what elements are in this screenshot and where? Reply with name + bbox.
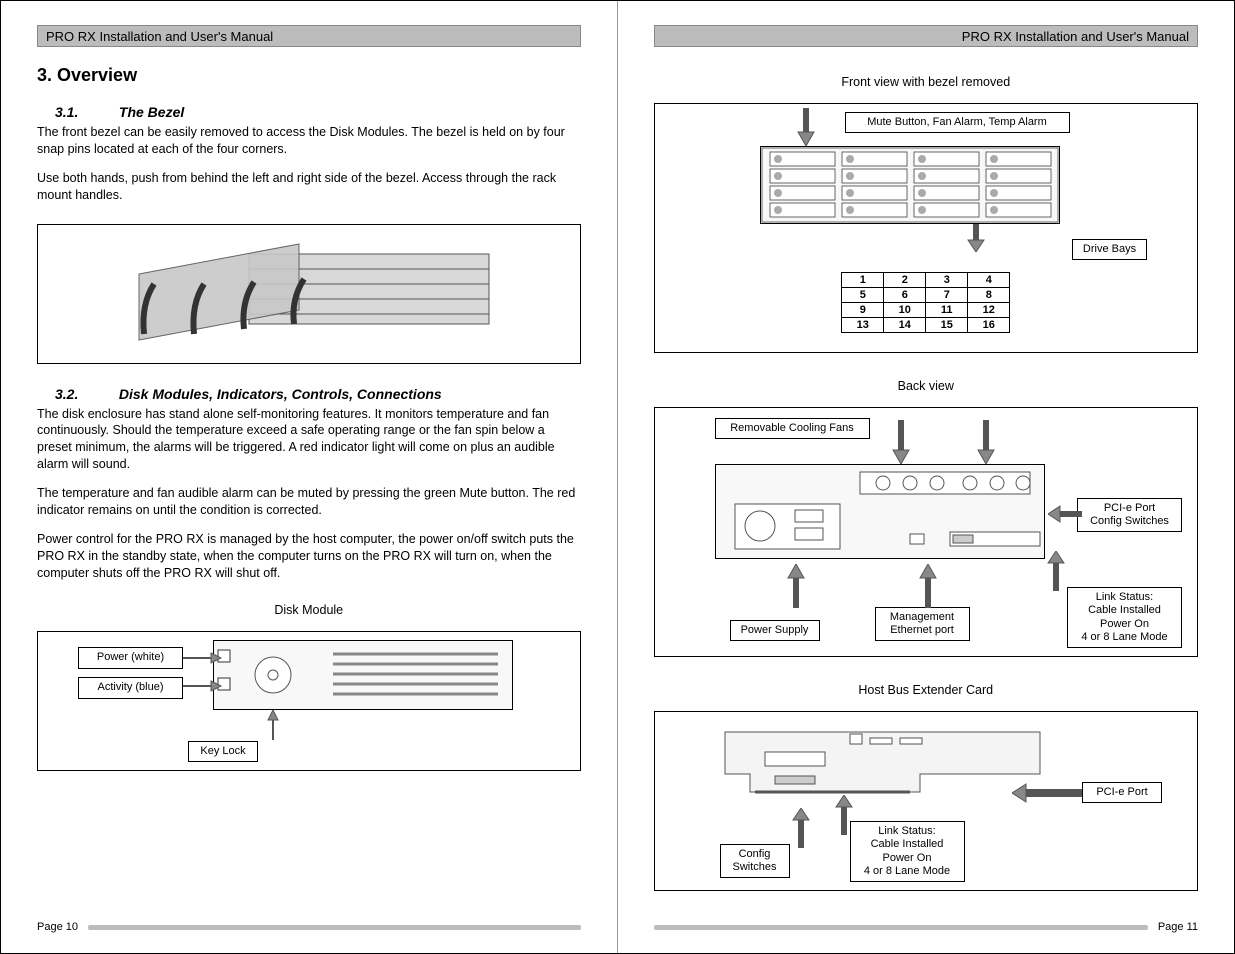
arrow-icon bbox=[795, 108, 817, 146]
footer-divider bbox=[88, 925, 581, 930]
page-footer-right: Page 11 bbox=[654, 921, 1199, 933]
back-chassis-drawing bbox=[715, 464, 1045, 559]
arrow-icon bbox=[1048, 503, 1082, 525]
figure-hbe-card: Config Switches Link Status: Cable Insta… bbox=[654, 711, 1199, 891]
subsection-bezel: 3.1. The Bezel bbox=[55, 104, 581, 120]
section-heading: 3. Overview bbox=[37, 65, 581, 86]
manual-title: PRO RX Installation and User's Manual bbox=[46, 29, 273, 44]
arrow-icon bbox=[790, 808, 812, 848]
label-link-status: Link Status: Cable Installed Power On 4 … bbox=[850, 821, 965, 882]
drive-grid bbox=[760, 146, 1060, 224]
bay-cell: 8 bbox=[968, 288, 1010, 303]
bay-cell: 16 bbox=[968, 318, 1010, 333]
label-mgmt-port: Management Ethernet port bbox=[875, 607, 970, 641]
bay-cell: 15 bbox=[926, 318, 968, 333]
arrow-icon bbox=[917, 564, 939, 608]
bay-cell: 12 bbox=[968, 303, 1010, 318]
bay-cell: 3 bbox=[926, 273, 968, 288]
bay-cell: 11 bbox=[926, 303, 968, 318]
figure-bezel-removal bbox=[37, 224, 581, 364]
bay-cell: 2 bbox=[884, 273, 926, 288]
label-link-status: Link Status: Cable Installed Power On 4 … bbox=[1067, 587, 1182, 648]
arrow-icon bbox=[965, 222, 987, 252]
paragraph: The front bezel can be easily removed to… bbox=[37, 124, 581, 158]
arrow-icon bbox=[785, 564, 807, 608]
label-power-supply: Power Supply bbox=[730, 620, 820, 641]
subsection-number: 3.1. bbox=[55, 104, 115, 120]
bay-cell: 13 bbox=[842, 318, 884, 333]
bay-cell: 4 bbox=[968, 273, 1010, 288]
paragraph: Power control for the PRO RX is managed … bbox=[37, 531, 581, 582]
figure-caption: Host Bus Extender Card bbox=[654, 683, 1199, 697]
paragraph: The temperature and fan audible alarm ca… bbox=[37, 485, 581, 519]
arrow-icon bbox=[263, 710, 283, 740]
bezel-illustration bbox=[99, 234, 519, 354]
label-config-switches: Config Switches bbox=[720, 844, 790, 878]
arrow-icon bbox=[1045, 551, 1067, 591]
figure-disk-module: Power (white) Activity (blue) Key Lock bbox=[37, 631, 581, 771]
page-right: PRO RX Installation and User's Manual Fr… bbox=[618, 1, 1235, 953]
subsection-title: The Bezel bbox=[119, 104, 184, 120]
label-cooling-fans: Removable Cooling Fans bbox=[715, 418, 870, 439]
disk-module-drawing bbox=[213, 640, 513, 710]
arrow-icon bbox=[975, 420, 997, 464]
figure-front-view: Mute Button, Fan Alarm, Temp Alarm Drive… bbox=[654, 103, 1199, 353]
figure-caption: Disk Module bbox=[37, 603, 581, 617]
bay-cell: 5 bbox=[842, 288, 884, 303]
page-number: Page 11 bbox=[1158, 921, 1198, 933]
label-pcie-config: PCI-e Port Config Switches bbox=[1077, 498, 1182, 532]
bay-cell: 1 bbox=[842, 273, 884, 288]
page-left: PRO RX Installation and User's Manual 3.… bbox=[1, 1, 618, 953]
bay-cell: 9 bbox=[842, 303, 884, 318]
bay-cell: 6 bbox=[884, 288, 926, 303]
hbe-card-drawing bbox=[710, 724, 1090, 799]
paragraph: The disk enclosure has stand alone self-… bbox=[37, 406, 581, 474]
figure-caption: Front view with bezel removed bbox=[654, 75, 1199, 89]
paragraph: Use both hands, push from behind the lef… bbox=[37, 170, 581, 204]
label-pcie-port: PCI-e Port bbox=[1082, 782, 1162, 803]
label-mute-alarms: Mute Button, Fan Alarm, Temp Alarm bbox=[845, 112, 1070, 133]
subsection-number: 3.2. bbox=[55, 386, 115, 402]
arrow-icon bbox=[890, 420, 912, 464]
arrow-icon bbox=[183, 650, 223, 700]
bay-cell: 10 bbox=[884, 303, 926, 318]
page-number: Page 10 bbox=[37, 921, 78, 933]
bay-cell: 14 bbox=[884, 318, 926, 333]
page-header-right: PRO RX Installation and User's Manual bbox=[654, 25, 1199, 47]
figure-back-view: Removable Cooling Fans PCI-e Port Config… bbox=[654, 407, 1199, 657]
footer-divider bbox=[654, 925, 1148, 930]
label-activity-led: Activity (blue) bbox=[78, 677, 183, 698]
label-drive-bays: Drive Bays bbox=[1072, 239, 1147, 260]
label-power-led: Power (white) bbox=[78, 647, 183, 668]
drive-bay-table-wrap: 1234 5678 9101112 13141516 bbox=[655, 272, 1198, 333]
figure-caption: Back view bbox=[654, 379, 1199, 393]
subsection-title: Disk Modules, Indicators, Controls, Conn… bbox=[119, 386, 442, 402]
arrow-icon bbox=[833, 795, 855, 835]
drive-bay-table: 1234 5678 9101112 13141516 bbox=[841, 272, 1010, 333]
manual-title: PRO RX Installation and User's Manual bbox=[962, 29, 1189, 44]
page-footer-left: Page 10 bbox=[37, 921, 581, 933]
subsection-disk-modules: 3.2. Disk Modules, Indicators, Controls,… bbox=[55, 386, 581, 402]
label-key-lock: Key Lock bbox=[188, 741, 258, 762]
bay-cell: 7 bbox=[926, 288, 968, 303]
page-header-left: PRO RX Installation and User's Manual bbox=[37, 25, 581, 47]
